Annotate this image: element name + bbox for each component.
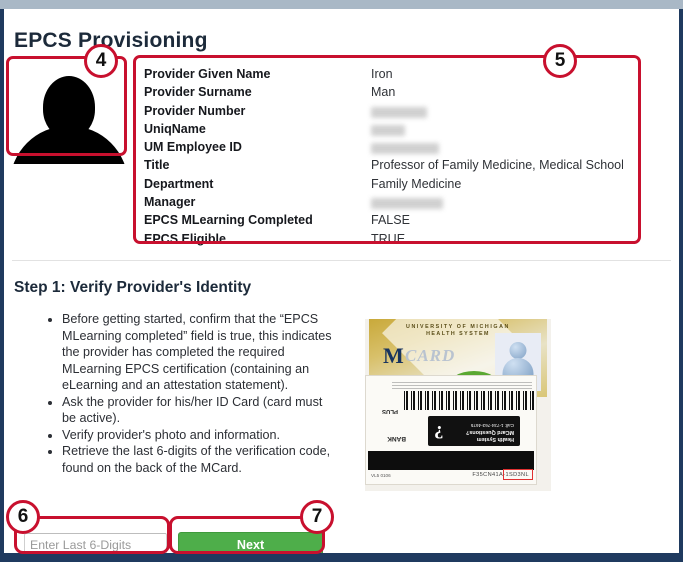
instruction-item: Verify provider's photo and information. <box>62 427 339 444</box>
instruction-item: Ask the provider for his/her ID Card (ca… <box>62 394 339 427</box>
provider-field-value-redacted <box>371 198 443 210</box>
provider-field-value-redacted <box>371 106 427 118</box>
application-window: EPCS Provisioning Provider Given Name Iro… <box>0 0 683 562</box>
provider-field-label: Title <box>144 158 170 173</box>
provider-field-label: Manager <box>144 195 196 210</box>
provider-field-row: Provider Number <box>144 104 644 122</box>
provider-field-label: EPCS Eligible <box>144 231 226 246</box>
mcard-bank-logo: BANK <box>387 435 406 442</box>
window-top-band <box>0 0 683 9</box>
provider-field-label: EPCS MLearning Completed <box>144 213 313 228</box>
question-mark-icon: ? <box>434 421 444 442</box>
mcard-university-line: UNIVERSITY OF MICHIGAN <box>406 324 510 330</box>
page-content: EPCS Provisioning Provider Given Name Iro… <box>4 9 679 553</box>
step-heading: Step 1: Verify Provider's Identity <box>14 279 252 296</box>
provider-field-row: EPCS MLearning Completed FALSE <box>144 213 644 231</box>
provider-details-panel: Provider Given Name Iron Provider Surname M… <box>144 67 644 249</box>
annotation-marker-7: 7 <box>300 500 334 534</box>
provider-field-row: UniqName <box>144 122 644 140</box>
mcard-help-line1: Health System <box>476 436 514 442</box>
provider-field-label: UniqName <box>144 121 206 136</box>
instruction-item: Before getting started, confirm that the… <box>62 311 339 394</box>
mcard-help-box: Health System MCard Questions? Call: 1-7… <box>428 416 520 446</box>
annotation-marker-6: 6 <box>6 500 40 534</box>
provider-field-row: UM Employee ID <box>144 140 644 158</box>
mcard-magnetic-stripe <box>368 451 534 470</box>
mcard-help-line2: MCard Questions? <box>466 429 514 435</box>
provider-field-row: Department Family Medicine <box>144 177 644 195</box>
last-6-digits-input[interactable] <box>24 533 167 553</box>
provider-field-value: Professor of Family Medicine, Medical Sc… <box>371 158 623 173</box>
mcard-sample-image: UNIVERSITY OF MICHIGAN HEALTH SYSTEM M C… <box>365 319 551 491</box>
provider-field-label: Provider Given Name <box>144 67 271 81</box>
silhouette-body <box>10 126 128 164</box>
window-frame-right <box>679 9 683 557</box>
annotation-marker-4: 4 <box>84 44 118 78</box>
mcard-back: PLUS BANK Health System MCard Questions?… <box>365 375 537 485</box>
provider-field-row: Provider Surname Man <box>144 85 644 103</box>
provider-field-label: UM Employee ID <box>144 140 242 155</box>
provider-field-value: TRUE <box>371 231 406 246</box>
provider-field-row: Title Professor of Family Medicine, Medic… <box>144 158 644 176</box>
provider-field-label: Provider Surname <box>144 85 252 100</box>
person-silhouette-icon <box>10 76 128 164</box>
mcard-barcode <box>404 391 534 410</box>
provider-field-value: FALSE <box>371 213 410 228</box>
next-button[interactable]: Next <box>178 532 323 553</box>
mcard-plus-logo: PLUS <box>381 408 398 414</box>
mcard-code-highlight-box <box>503 469 533 480</box>
window-frame-bottom <box>0 553 683 562</box>
mcard-fineprint <box>392 380 532 389</box>
mcard-small-left-text: VL5 0106 <box>371 473 391 478</box>
provider-field-value: Family Medicine <box>371 176 462 191</box>
mcard-help-line3: Call: 1-734-763-4675 <box>470 423 514 428</box>
instructions-ul: Before getting started, confirm that the… <box>44 311 339 476</box>
provider-field-row: Manager <box>144 195 644 213</box>
provider-field-value-redacted <box>371 143 439 155</box>
provider-photo <box>8 66 130 164</box>
provider-field-row: EPCS Eligible TRUE <box>144 232 644 250</box>
annotation-marker-5: 5 <box>543 44 577 78</box>
provider-field-value: Iron <box>371 67 393 81</box>
provider-field-value-redacted <box>371 124 405 136</box>
provider-field-label: Department <box>144 176 214 191</box>
mcard-photo-head <box>509 342 527 359</box>
provider-field-value: Man <box>371 85 396 100</box>
instruction-item: Retrieve the last 6-digits of the verifi… <box>62 443 339 476</box>
instructions-list: Before getting started, confirm that the… <box>44 311 339 476</box>
mcard-logo-m: M <box>383 343 404 368</box>
mcard-logo-card: CARD <box>405 346 456 365</box>
section-divider <box>12 260 671 261</box>
provider-field-label: Provider Number <box>144 103 246 118</box>
